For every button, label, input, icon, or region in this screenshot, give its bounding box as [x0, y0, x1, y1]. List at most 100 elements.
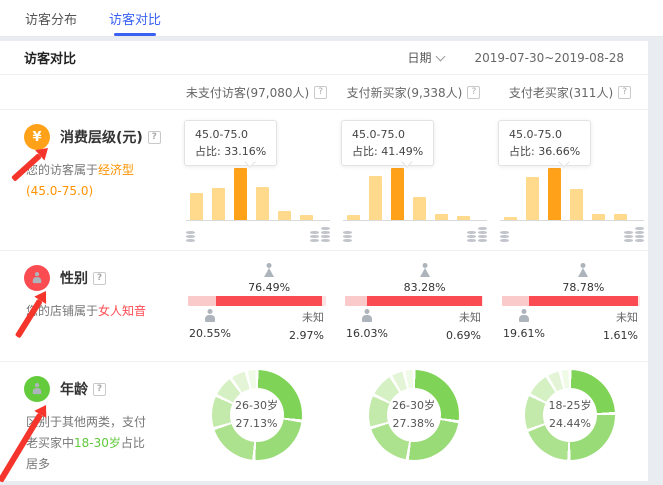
coin-glyph: [635, 227, 644, 230]
coin-glyph: [467, 239, 476, 242]
chart-tooltip: 45.0-75.0占比: 33.16%: [184, 120, 277, 166]
coin-glyph: [310, 235, 319, 238]
donut-chart-new[interactable]: 26-30岁27.38%: [335, 362, 492, 475]
coins-icon: [186, 231, 195, 242]
panel-title: 访客对比: [24, 48, 76, 67]
help-icon[interactable]: ?: [467, 86, 480, 99]
help-icon[interactable]: ?: [314, 86, 327, 99]
help-icon[interactable]: ?: [93, 272, 106, 285]
bar-chart-consumption-new[interactable]: 45.0-75.0占比: 41.49%: [335, 110, 492, 250]
row-title-consumption: 消费层级(元) ?: [60, 127, 161, 147]
price-axis-icons: [500, 227, 644, 242]
coin-glyph: [624, 239, 633, 242]
gender-chart-old[interactable]: 78.78% 19.61%未知1.61%: [492, 251, 648, 361]
gender-chart-new[interactable]: 83.28% 16.03% 未知0.69%: [335, 251, 492, 361]
male-group: 20.55%: [188, 309, 232, 340]
male-icon: [203, 309, 217, 323]
gender-bottom-labels: 20.55% 未知2.97%: [188, 306, 326, 344]
coins-icon-large: [467, 227, 487, 242]
help-icon[interactable]: ?: [93, 383, 106, 396]
bar: [278, 211, 291, 220]
row-age: 年龄 ? 区别于其他两类，支付老买家中18-30岁占比居多 26-30岁27.1…: [0, 361, 648, 475]
tab-label: 访客分布: [25, 9, 77, 28]
column-header-row: 未支付访客(97,080人) ? 支付新买家(9,338人) ? 支付老买家(3…: [0, 75, 648, 109]
donut-ring: 26-30岁27.13%: [212, 370, 302, 460]
row-title-text: 消费层级(元): [60, 127, 143, 147]
bar: [391, 168, 404, 220]
donut-age-range: 18-25岁: [549, 397, 592, 415]
column-header-unpaid: 未支付访客(97,080人) ?: [178, 84, 335, 101]
female-group: 78.78%: [562, 263, 604, 294]
coin-glyph: [467, 231, 476, 234]
male-icon: [360, 309, 374, 323]
bar-segment: [529, 296, 638, 306]
row-desc-age: 区别于其他两类，支付老买家中18-30岁占比居多: [26, 412, 156, 475]
row-title-text: 年龄: [60, 379, 88, 399]
bar-chart-consumption-unpaid[interactable]: 45.0-75.0占比: 33.16%: [178, 110, 335, 250]
tab-visitor-distribution[interactable]: 访客分布: [25, 0, 77, 36]
female-icon: [418, 263, 432, 277]
donut-center-label: 26-30岁27.13%: [230, 388, 284, 442]
coin-glyph: [500, 239, 509, 242]
gender-bottom-labels: 19.61%未知1.61%: [502, 306, 640, 344]
unknown-group: 未知2.97%: [289, 309, 324, 344]
female-share: 78.78%: [502, 263, 640, 296]
unknown-label: 未知: [446, 309, 481, 326]
bar-segment: [345, 296, 367, 306]
gender-chart-inner: 83.28% 16.03% 未知0.69%: [345, 263, 483, 344]
coin-glyph: [478, 227, 487, 230]
coin-glyph: [343, 231, 352, 234]
bar-chart-consumption-old[interactable]: 45.0-75.0占比: 36.66%: [492, 110, 648, 250]
donut-percent: 27.38%: [393, 415, 435, 433]
bar: [570, 189, 583, 220]
bar: [256, 187, 269, 220]
row-title-text: 性别: [60, 268, 88, 288]
tab-bar: 访客分布 访客对比: [0, 0, 663, 37]
bar-segment: [322, 296, 326, 306]
coins-icon: [310, 231, 319, 242]
donut-ring: 26-30岁27.38%: [369, 370, 459, 460]
bar: [413, 197, 426, 220]
male-group: 19.61%: [502, 309, 546, 340]
female-percent: 78.78%: [562, 281, 604, 294]
date-selector[interactable]: 日期: [407, 49, 444, 66]
donut-chart-old[interactable]: 18-25岁24.44%: [492, 362, 648, 475]
donut-center-label: 18-25岁24.44%: [543, 388, 597, 442]
gender-chart-unpaid[interactable]: 76.49% 20.55% 未知2.97%: [178, 251, 335, 361]
price-axis-icons: [186, 227, 330, 242]
coin-glyph: [500, 231, 509, 234]
coin-glyph: [186, 235, 195, 238]
chevron-down-icon: [436, 51, 446, 61]
coin-glyph: [478, 239, 487, 242]
bar-group: [190, 168, 326, 220]
coin-glyph: [321, 231, 330, 234]
bar: [526, 177, 539, 220]
female-group: 76.49%: [248, 263, 290, 294]
coin-glyph: [500, 235, 509, 238]
female-share: 83.28%: [345, 263, 483, 296]
person-glyph: [31, 272, 43, 284]
male-group: 16.03%: [345, 309, 389, 340]
tooltip-range: 45.0-75.0: [195, 126, 266, 143]
tooltip-value: 占比: 33.16%: [195, 143, 266, 160]
coin-glyph: [478, 235, 487, 238]
unknown-percent: 0.69%: [446, 327, 481, 344]
date-range-value: 2019-07-30~2019-08-28: [474, 51, 624, 65]
donut-chart-unpaid[interactable]: 26-30岁27.13%: [178, 362, 335, 475]
help-icon[interactable]: ?: [148, 131, 161, 144]
female-icon: [576, 263, 590, 277]
tab-visitor-comparison[interactable]: 访客对比: [109, 0, 161, 36]
coins-icon: [478, 227, 487, 242]
gender-bottom-labels: 16.03% 未知0.69%: [345, 306, 483, 344]
coins-icon-small: [343, 231, 352, 242]
female-percent: 83.28%: [404, 281, 446, 294]
coin-glyph: [624, 231, 633, 234]
tooltip-value: 占比: 41.49%: [352, 143, 423, 160]
coins-icon: [500, 231, 509, 242]
donut-ring: 18-25岁24.44%: [525, 370, 615, 460]
male-icon: [517, 309, 531, 323]
unknown-percent: 1.61%: [603, 327, 638, 344]
coins-icon-large: [310, 227, 330, 242]
help-icon[interactable]: ?: [618, 86, 631, 99]
coins-icon-large: [624, 227, 644, 242]
